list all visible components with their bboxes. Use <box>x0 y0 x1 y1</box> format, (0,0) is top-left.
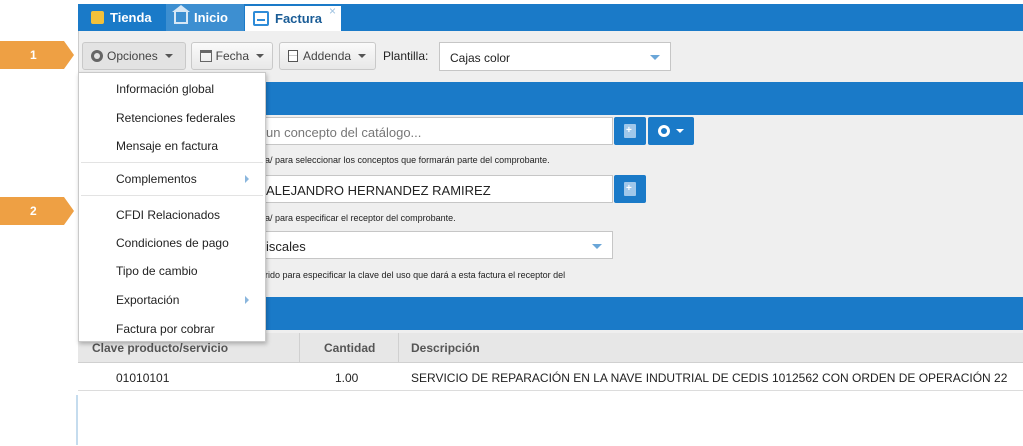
concepto-options-button[interactable] <box>648 117 694 145</box>
add-document-icon <box>624 124 636 138</box>
addenda-label: Addenda <box>303 49 352 63</box>
home-icon <box>172 4 190 24</box>
tab-bar: Tienda Inicio Factura × <box>78 4 1023 31</box>
uso-cfdi-select[interactable]: iscales <box>265 231 613 259</box>
menu-item-exportacion-label: Exportación <box>116 293 180 307</box>
cell-cantidad: 1.00 <box>335 371 359 385</box>
tab-inicio-label: Inicio <box>194 10 228 25</box>
receptor-input[interactable]: ALEJANDRO HERNANDEZ RAMIREZ <box>265 175 613 203</box>
fecha-label: Fecha <box>215 49 249 63</box>
section-header-conceptos <box>265 82 1023 115</box>
column-header-descripcion[interactable]: Descripción <box>399 333 1023 363</box>
step-marker-1: 1 <box>0 41 74 69</box>
section-header-partidas <box>265 297 1023 330</box>
menu-item-cfdi-relacionados[interactable]: CFDI Relacionados <box>79 202 265 228</box>
menu-item-factura-por-cobrar[interactable]: Factura por cobrar <box>79 316 265 342</box>
concepto-placeholder: un concepto del catálogo... <box>266 125 422 140</box>
menu-item-tipo-cambio[interactable]: Tipo de cambio <box>79 258 265 284</box>
toolbar: Opciones Fecha Addenda Plantilla: Cajas … <box>78 40 1023 73</box>
calendar-icon <box>200 50 212 62</box>
document-icon <box>253 11 269 26</box>
chevron-right-icon <box>245 175 249 183</box>
tab-tienda-label: Tienda <box>110 10 152 25</box>
addenda-button[interactable]: Addenda <box>279 42 376 70</box>
gear-icon <box>91 50 103 62</box>
store-icon <box>91 11 104 24</box>
tab-tienda[interactable]: Tienda <box>83 4 163 31</box>
step-marker-2: 2 <box>0 197 74 225</box>
menu-divider <box>81 195 263 196</box>
column-header-cantidad[interactable]: Cantidad <box>300 333 399 363</box>
opciones-label: Opciones <box>107 49 158 63</box>
tab-factura-label: Factura <box>275 11 322 26</box>
divider <box>76 395 78 445</box>
menu-item-retenciones-federales[interactable]: Retenciones federales <box>79 105 265 131</box>
chevron-down-icon <box>592 244 602 249</box>
chevron-down-icon <box>164 54 173 58</box>
table-row[interactable]: 01010101 1.00 SERVICIO DE REPARACIÓN EN … <box>78 363 1023 391</box>
close-icon[interactable]: × <box>329 4 336 18</box>
menu-divider <box>81 162 263 163</box>
opciones-button[interactable]: Opciones <box>82 42 186 70</box>
concepto-hint: a/ para seleccionar los conceptos que fo… <box>265 155 550 165</box>
add-receptor-button[interactable] <box>614 175 646 203</box>
menu-item-mensaje-factura[interactable]: Mensaje en factura <box>79 133 265 159</box>
chevron-down-icon <box>256 54 264 58</box>
tab-factura[interactable]: Factura × <box>245 4 341 31</box>
receptor-value: ALEJANDRO HERNANDEZ RAMIREZ <box>266 183 491 198</box>
opciones-menu: Información global Retenciones federales… <box>78 72 266 342</box>
receptor-hint: a/ para especificar el receptor del comp… <box>265 213 456 223</box>
menu-item-complementos-label: Complementos <box>116 172 197 186</box>
cell-descripcion: SERVICIO DE REPARACIÓN EN LA NAVE INDUTR… <box>411 371 1008 385</box>
tab-inicio[interactable]: Inicio <box>166 4 244 31</box>
plantilla-label: Plantilla: <box>383 49 429 63</box>
table-body <box>78 391 1023 446</box>
chevron-down-icon <box>676 129 684 133</box>
plantilla-value: Cajas color <box>450 51 511 65</box>
menu-item-informacion-global[interactable]: Información global <box>79 76 265 102</box>
add-document-icon <box>624 182 636 196</box>
concepto-search-input[interactable]: un concepto del catálogo... <box>265 117 613 145</box>
uso-value: iscales <box>266 239 306 254</box>
menu-item-condiciones-pago[interactable]: Condiciones de pago <box>79 230 265 256</box>
gear-icon <box>658 125 670 137</box>
chevron-down-icon <box>650 55 660 60</box>
chevron-down-icon <box>358 54 367 58</box>
fecha-button[interactable]: Fecha <box>191 42 273 70</box>
chevron-right-icon <box>245 296 249 304</box>
plantilla-select[interactable]: Cajas color <box>439 42 671 71</box>
menu-item-complementos[interactable]: Complementos <box>79 166 265 192</box>
add-concepto-button[interactable] <box>614 117 646 145</box>
menu-item-exportacion[interactable]: Exportación <box>79 287 265 313</box>
uso-hint: rido para especificar la clave del uso q… <box>265 270 566 280</box>
cell-clave: 01010101 <box>116 371 170 385</box>
calculator-icon <box>288 50 298 62</box>
